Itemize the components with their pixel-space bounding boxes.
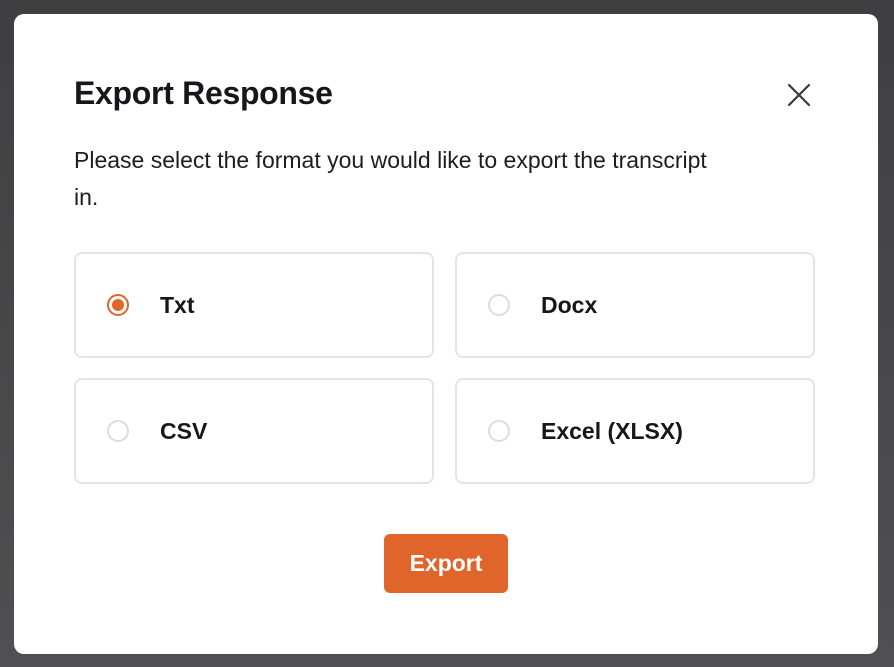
radio-button[interactable] (488, 420, 510, 442)
format-option-label: Docx (541, 292, 598, 318)
format-option-label: Excel (XLSX) (541, 418, 683, 444)
export-response-dialog: Export Response Please select the format… (14, 14, 878, 654)
dialog-title: Export Response (74, 75, 333, 111)
radio-button[interactable] (488, 294, 510, 316)
close-icon (787, 83, 811, 107)
format-option-txt[interactable]: Txt (74, 252, 434, 358)
format-option-xlsx[interactable]: Excel (XLSX) (455, 378, 815, 484)
radio-button[interactable] (107, 420, 129, 442)
format-option-csv[interactable]: CSV (74, 378, 434, 484)
format-option-docx[interactable]: Docx (455, 252, 815, 358)
export-button[interactable]: Export (384, 534, 508, 593)
close-button[interactable] (784, 80, 814, 110)
format-option-label: CSV (160, 418, 208, 444)
format-option-label: Txt (160, 292, 195, 318)
radio-button-selected[interactable] (107, 294, 129, 316)
dialog-description: Please select the format you would like … (74, 147, 707, 210)
